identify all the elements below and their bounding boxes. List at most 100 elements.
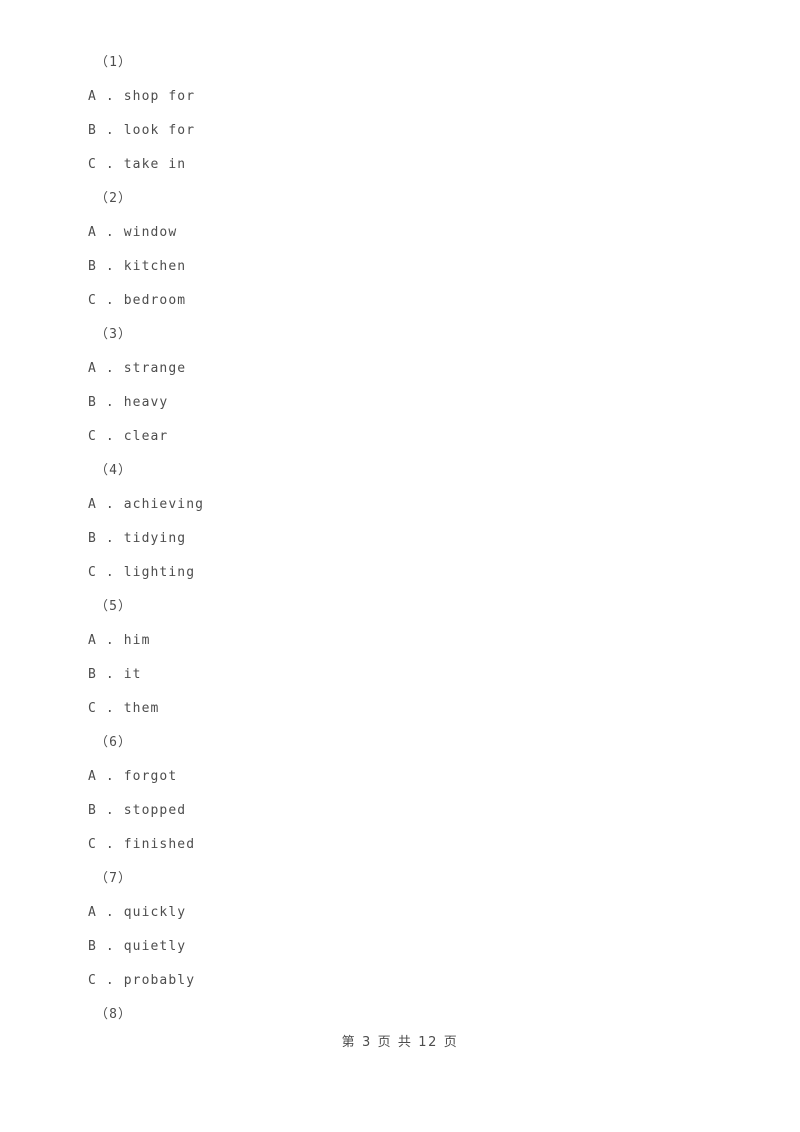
option-text: take in <box>123 157 187 172</box>
option-letter: C <box>88 701 97 716</box>
option-text: quietly <box>123 939 187 954</box>
option-row[interactable]: B . heavy <box>88 386 728 420</box>
page-footer: 第 3 页 共 12 页 <box>341 1035 459 1050</box>
option-text: it <box>123 667 142 682</box>
option-letter: C <box>88 837 97 852</box>
option-separator: . <box>96 361 124 376</box>
option-row[interactable]: B . quietly <box>88 930 728 964</box>
option-text: quickly <box>123 905 187 920</box>
option-text: tidying <box>123 531 187 546</box>
document-page: （1） A . shop for B . look for C . take i… <box>0 0 800 1132</box>
option-row[interactable]: A . strange <box>88 352 728 386</box>
question-group: （1） A . shop for B . look for C . take i… <box>88 46 728 182</box>
option-text: probably <box>123 973 196 988</box>
option-letter: B <box>88 259 97 274</box>
question-number: （5） <box>95 599 133 614</box>
question-list: （1） A . shop for B . look for C . take i… <box>88 46 728 1032</box>
option-letter: B <box>88 531 97 546</box>
option-separator: . <box>96 769 124 784</box>
option-separator: . <box>96 123 124 138</box>
option-row[interactable]: B . stopped <box>88 794 728 828</box>
question-number: （1） <box>95 55 133 70</box>
question-group: （8） <box>88 998 728 1032</box>
question-group: （4） A . achieving B . tidying C . lighti… <box>88 454 728 590</box>
option-letter: B <box>88 939 97 954</box>
question-number: （8） <box>95 1007 133 1022</box>
option-text: him <box>123 633 151 648</box>
option-text: clear <box>123 429 169 444</box>
option-letter: A <box>88 497 97 512</box>
option-letter: A <box>88 905 97 920</box>
option-separator: . <box>96 667 124 682</box>
option-separator: . <box>96 293 124 308</box>
option-separator: . <box>96 633 124 648</box>
option-separator: . <box>96 429 124 444</box>
option-separator: . <box>96 395 124 410</box>
option-separator: . <box>96 803 124 818</box>
option-text: bedroom <box>123 293 187 308</box>
option-separator: . <box>96 157 124 172</box>
option-letter: C <box>88 157 97 172</box>
option-letter: B <box>88 395 97 410</box>
option-text: them <box>123 701 160 716</box>
option-row[interactable]: C . bedroom <box>88 284 728 318</box>
option-letter: C <box>88 293 97 308</box>
option-row[interactable]: A . forgot <box>88 760 728 794</box>
question-group: （7） A . quickly B . quietly C . probably <box>88 862 728 998</box>
option-row[interactable]: C . lighting <box>88 556 728 590</box>
option-text: kitchen <box>123 259 187 274</box>
option-letter: A <box>88 633 97 648</box>
option-row[interactable]: C . finished <box>88 828 728 862</box>
option-row[interactable]: B . kitchen <box>88 250 728 284</box>
option-text: shop for <box>123 89 196 104</box>
option-row[interactable]: B . look for <box>88 114 728 148</box>
option-row[interactable]: C . them <box>88 692 728 726</box>
option-row[interactable]: C . clear <box>88 420 728 454</box>
option-text: finished <box>123 837 196 852</box>
option-text: strange <box>123 361 187 376</box>
option-row[interactable]: A . shop for <box>88 80 728 114</box>
option-letter: A <box>88 225 97 240</box>
option-row[interactable]: A . him <box>88 624 728 658</box>
option-separator: . <box>96 837 124 852</box>
option-letter: C <box>88 565 97 580</box>
option-separator: . <box>96 973 124 988</box>
option-row[interactable]: B . it <box>88 658 728 692</box>
option-row[interactable]: A . quickly <box>88 896 728 930</box>
option-text: look for <box>123 123 196 138</box>
question-number: （7） <box>95 871 133 886</box>
option-row[interactable]: B . tidying <box>88 522 728 556</box>
option-letter: C <box>88 973 97 988</box>
option-separator: . <box>96 497 124 512</box>
option-letter: A <box>88 89 97 104</box>
question-number: （4） <box>95 463 133 478</box>
option-separator: . <box>96 89 124 104</box>
option-text: achieving <box>123 497 205 512</box>
option-text: forgot <box>123 769 178 784</box>
option-separator: . <box>96 259 124 274</box>
option-text: window <box>123 225 178 240</box>
option-separator: . <box>96 939 124 954</box>
option-separator: . <box>96 565 124 580</box>
option-row[interactable]: C . probably <box>88 964 728 998</box>
option-letter: B <box>88 667 97 682</box>
question-number: （6） <box>95 735 133 750</box>
option-separator: . <box>96 905 124 920</box>
option-text: lighting <box>123 565 196 580</box>
option-separator: . <box>96 701 124 716</box>
option-separator: . <box>96 225 124 240</box>
question-group: （2） A . window B . kitchen C . bedroom <box>88 182 728 318</box>
option-row[interactable]: C . take in <box>88 148 728 182</box>
question-number: （3） <box>95 327 133 342</box>
option-letter: B <box>88 803 97 818</box>
question-group: （6） A . forgot B . stopped C . finished <box>88 726 728 862</box>
question-group: （5） A . him B . it C . them <box>88 590 728 726</box>
option-separator: . <box>96 531 124 546</box>
option-row[interactable]: A . achieving <box>88 488 728 522</box>
question-number: （2） <box>95 191 133 206</box>
question-group: （3） A . strange B . heavy C . clear <box>88 318 728 454</box>
option-row[interactable]: A . window <box>88 216 728 250</box>
option-text: stopped <box>123 803 187 818</box>
option-letter: C <box>88 429 97 444</box>
option-letter: A <box>88 361 97 376</box>
